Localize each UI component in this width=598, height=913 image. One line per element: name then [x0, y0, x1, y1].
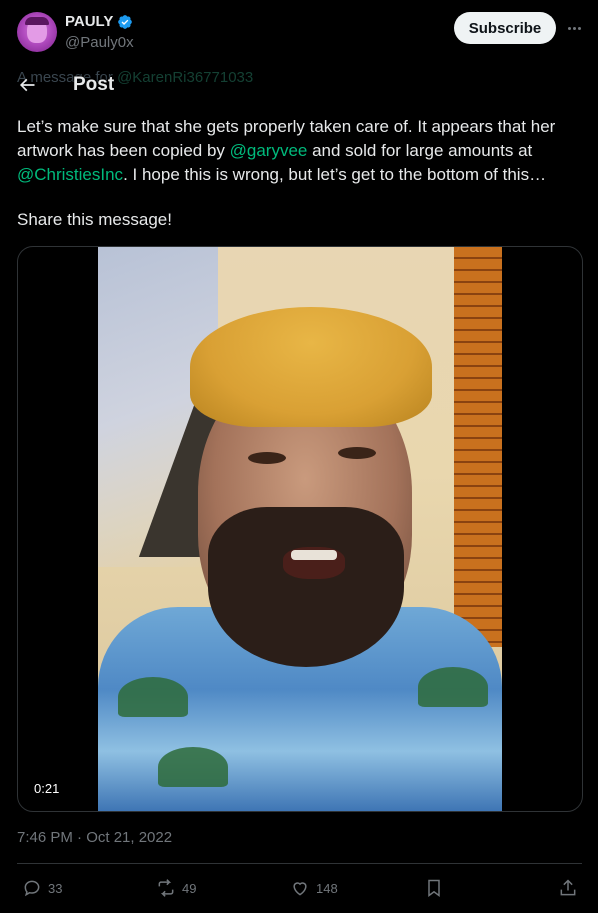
action-bar: 33 49 148	[0, 874, 598, 904]
context-mention: @KarenRi36771033	[117, 69, 254, 86]
video-player[interactable]: 0:21	[17, 246, 583, 812]
share-button[interactable]	[558, 878, 578, 898]
like-count: 148	[316, 880, 338, 896]
bookmark-button[interactable]	[424, 878, 444, 898]
share-message-text: Share this message!	[17, 210, 172, 229]
tweet-text-part: and sold for large amounts at	[307, 141, 533, 160]
eye	[338, 447, 376, 459]
video-duration-badge: 0:21	[28, 776, 66, 800]
scrolled-context-text: A message for @KarenRi36771033	[17, 69, 253, 86]
avatar[interactable]	[17, 12, 57, 52]
post-nav-bar: A message for @KarenRi36771033 Post	[0, 66, 598, 102]
page-title: Post	[73, 74, 115, 95]
eye	[248, 452, 286, 464]
post-timestamp[interactable]: 7:46 PM · Oct 21, 2022	[17, 829, 172, 846]
repost-button[interactable]: 49	[156, 878, 196, 898]
share-icon	[560, 879, 576, 896]
shirt-pattern	[158, 747, 228, 787]
reply-button[interactable]: 33	[22, 878, 62, 898]
reply-icon	[24, 880, 40, 897]
mention-link-garyvee[interactable]: @garyvee	[230, 141, 308, 160]
shirt-pattern	[418, 667, 488, 707]
beard	[208, 507, 404, 667]
video-frame[interactable]	[98, 247, 502, 811]
tweet-text-part: . I hope this is wrong, but let’s get to…	[123, 165, 547, 184]
heart-icon	[293, 882, 307, 896]
reply-count: 33	[48, 880, 63, 896]
like-button[interactable]: 148	[290, 878, 338, 898]
tweet-text: Let’s make sure that she gets properly t…	[17, 115, 582, 187]
cap	[190, 307, 432, 427]
post-header: PAULY @Pauly0x Subscribe	[0, 0, 598, 70]
verified-badge-icon	[118, 14, 133, 29]
back-arrow-icon[interactable]	[17, 75, 37, 95]
more-dots-icon[interactable]	[563, 18, 585, 38]
avatar-hair	[25, 17, 49, 25]
shirt-pattern	[118, 677, 188, 717]
window-blinds	[454, 247, 502, 647]
bookmark-icon	[428, 879, 440, 897]
repost-icon	[158, 879, 174, 897]
teeth	[291, 550, 337, 560]
author-name-row: PAULY	[65, 13, 133, 30]
author-handle[interactable]: @Pauly0x	[65, 34, 134, 51]
repost-count: 49	[182, 880, 197, 896]
author-name[interactable]: PAULY	[65, 13, 113, 30]
subscribe-button[interactable]: Subscribe	[454, 12, 556, 44]
mention-link-christies[interactable]: @ChristiesInc	[17, 165, 123, 184]
divider	[17, 863, 582, 864]
